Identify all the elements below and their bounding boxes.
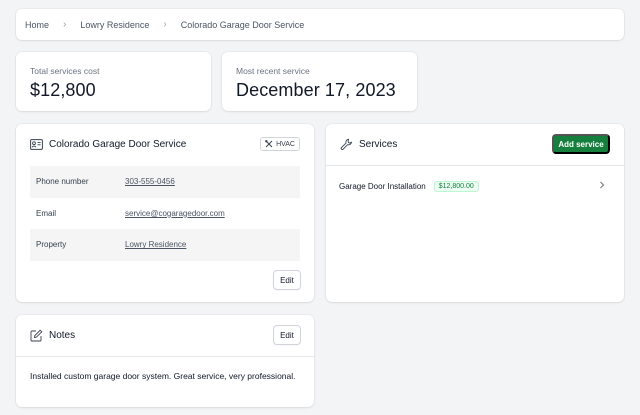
tools-icon — [265, 140, 273, 148]
breadcrumb-property[interactable]: Lowry Residence — [80, 20, 149, 30]
vendor-edit-button[interactable]: Edit — [273, 270, 301, 290]
total-cost-value: $12,800 — [30, 80, 96, 100]
pencil-square-icon — [30, 329, 43, 342]
total-cost-card: Total services cost $12,800 — [16, 52, 211, 111]
email-label: Email — [36, 208, 57, 218]
recent-service-value: December 17, 2023 — [236, 80, 396, 100]
notes-title: Notes — [49, 330, 76, 341]
recent-service-card: Most recent service December 17, 2023 — [222, 52, 417, 111]
service-list-item[interactable]: Garage Door Installation $12,800.00 — [326, 174, 624, 198]
phone-label: Phone number — [36, 177, 89, 187]
notes-text: Installed custom garage door system. Gre… — [30, 371, 296, 381]
vendor-name: Colorado Garage Door Service — [49, 138, 187, 150]
detail-row-email: Email service@cogaragedoor.com — [30, 198, 300, 230]
chevron-right-icon: › — [63, 19, 67, 30]
property-label: Property — [36, 240, 67, 250]
services-title: Services — [359, 139, 398, 150]
email-link[interactable]: service@cogaragedoor.com — [125, 209, 225, 218]
breadcrumb-current: Colorado Garage Door Service — [180, 19, 305, 30]
contact-card-icon — [30, 138, 43, 150]
detail-row-phone: Phone number 303-555-0456 — [30, 166, 300, 198]
vendor-card-header: Colorado Garage Door Service HVAC — [16, 124, 314, 164]
category-tag-label: HVAC — [276, 140, 295, 148]
chevron-right-icon[interactable] — [599, 181, 605, 189]
breadcrumb: Home › Lowry Residence › Colorado Garage… — [16, 9, 624, 40]
total-cost-label: Total services cost — [30, 66, 100, 76]
wrench-icon — [340, 138, 353, 151]
chevron-right-icon: › — [163, 19, 167, 30]
recent-service-label: Most recent service — [236, 66, 310, 76]
breadcrumb-home[interactable]: Home — [25, 20, 49, 30]
service-price-badge: $12,800.00 — [433, 180, 479, 192]
phone-link[interactable]: 303-555-0456 — [125, 177, 175, 186]
service-name: Garage Door Installation — [339, 181, 426, 191]
add-service-button[interactable]: Add service — [552, 134, 610, 154]
property-link[interactable]: Lowry Residence — [125, 240, 186, 249]
notes-card-header: Notes — [16, 315, 314, 357]
notes-card: Notes — [16, 315, 314, 407]
vendor-details: Phone number 303-555-0456 Email service@… — [30, 166, 300, 261]
notes-edit-button[interactable]: Edit — [273, 325, 301, 345]
detail-row-property: Property Lowry Residence — [30, 229, 300, 261]
category-tag: HVAC — [260, 137, 300, 151]
